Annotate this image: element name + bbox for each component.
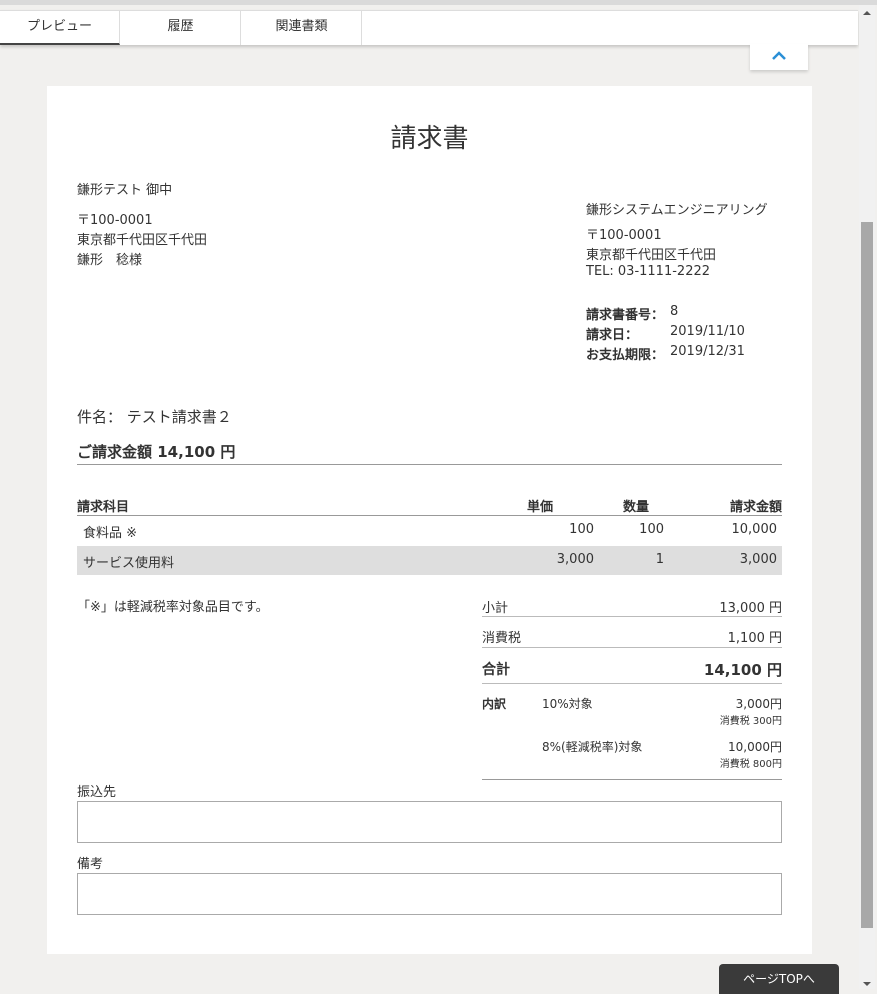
invoice-date-label: 請求日： <box>586 328 639 343</box>
grand-total-divider <box>482 683 782 684</box>
remarks-label: 備考 <box>77 857 104 872</box>
collapse-button[interactable] <box>750 44 808 70</box>
total-divider <box>77 464 782 465</box>
due-date-label: お支払期限： <box>586 348 665 363</box>
scroll-down-arrow-icon[interactable] <box>863 980 871 988</box>
tax-value: 1,100 円 <box>727 631 782 646</box>
remarks-field[interactable] <box>77 873 782 915</box>
row-item: 食料品 ※ <box>83 526 138 541</box>
due-date-value: 2019/12/31 <box>670 344 745 359</box>
total-amount-label: ご請求金額 <box>77 443 153 461</box>
recipient-person: 鎌形 稔様 <box>77 253 143 268</box>
breakdown-tax: 消費税 300円 <box>719 716 782 727</box>
scroll-up-arrow-icon[interactable] <box>863 9 871 17</box>
tab-bar: プレビュー 履歴 関連書類 <box>0 10 858 45</box>
subject-value: テスト請求書２ <box>126 408 232 426</box>
breakdown-divider <box>482 779 782 780</box>
scrollbar-thumb[interactable] <box>861 222 873 928</box>
grand-total-label: 合計 <box>482 662 510 678</box>
issuer-address: 東京都千代田区千代田 <box>586 248 717 263</box>
bank-label: 振込先 <box>77 785 117 800</box>
table-header-unit-price: 単価 <box>526 500 553 515</box>
row-quantity: 1 <box>655 552 664 567</box>
tab-preview[interactable]: プレビュー <box>0 11 120 45</box>
subject: 件名： テスト請求書２ <box>77 406 232 427</box>
tax-label: 消費税 <box>482 631 522 646</box>
bank-field[interactable] <box>77 801 782 843</box>
breakdown-name: 10%対象 <box>542 697 593 711</box>
tab-history[interactable]: 履歴 <box>121 11 241 45</box>
recipient-address: 東京都千代田区千代田 <box>77 233 208 248</box>
table-header-divider <box>77 515 782 516</box>
page-top-button[interactable]: ページTOPへ <box>719 964 839 994</box>
invoice-date-value: 2019/11/10 <box>670 324 745 339</box>
row-quantity: 100 <box>639 522 664 537</box>
chevron-up-icon <box>772 51 786 60</box>
row-unit-price: 3,000 <box>556 552 594 567</box>
table-header-amount: 請求金額 <box>729 500 782 515</box>
subtotal-divider <box>482 616 782 617</box>
tab-related-documents[interactable]: 関連書類 <box>242 11 362 45</box>
grand-total-value: 14,100 円 <box>703 661 782 679</box>
invoice-number-label: 請求書番号： <box>586 308 665 323</box>
recipient-name: 鎌形テスト 御中 <box>77 183 173 198</box>
total-amount-value: 14,100 円 <box>157 443 236 461</box>
reduced-tax-note: 「※」は軽減税率対象品目です。 <box>77 600 269 615</box>
breakdown-amount: 10,000円 <box>728 740 782 754</box>
invoice-number-value: 8 <box>670 304 679 319</box>
breakdown-label: 内訳 <box>482 697 507 711</box>
subject-label: 件名： <box>77 408 123 426</box>
issuer-name: 鎌形システムエンジニアリング <box>586 203 768 218</box>
subtotal-label: 小計 <box>482 601 509 616</box>
row-item: サービス使用料 <box>83 556 175 571</box>
invoice-title: 請求書 <box>390 124 469 154</box>
table-header-item: 請求科目 <box>77 500 130 515</box>
total-amount: ご請求金額 14,100 円 <box>77 441 235 462</box>
row-amount: 10,000 <box>731 522 778 537</box>
invoice-document: 請求書 鎌形テスト 御中 〒100-0001 東京都千代田区千代田 鎌形 稔様 … <box>47 86 812 954</box>
breakdown-amount: 3,000円 <box>735 697 782 711</box>
tax-divider <box>482 647 782 648</box>
breakdown-tax: 消費税 800円 <box>719 759 782 770</box>
subtotal-value: 13,000 円 <box>719 601 782 616</box>
issuer-postal: 〒100-0001 <box>586 228 662 243</box>
breakdown-name: 8%(軽減税率)対象 <box>542 740 643 754</box>
table-header-quantity: 数量 <box>622 500 649 515</box>
issuer-tel: TEL: 03-1111-2222 <box>586 264 711 279</box>
row-unit-price: 100 <box>569 522 594 537</box>
row-amount: 3,000 <box>739 552 777 567</box>
recipient-postal: 〒100-0001 <box>77 213 153 228</box>
window-top-border <box>0 0 877 5</box>
